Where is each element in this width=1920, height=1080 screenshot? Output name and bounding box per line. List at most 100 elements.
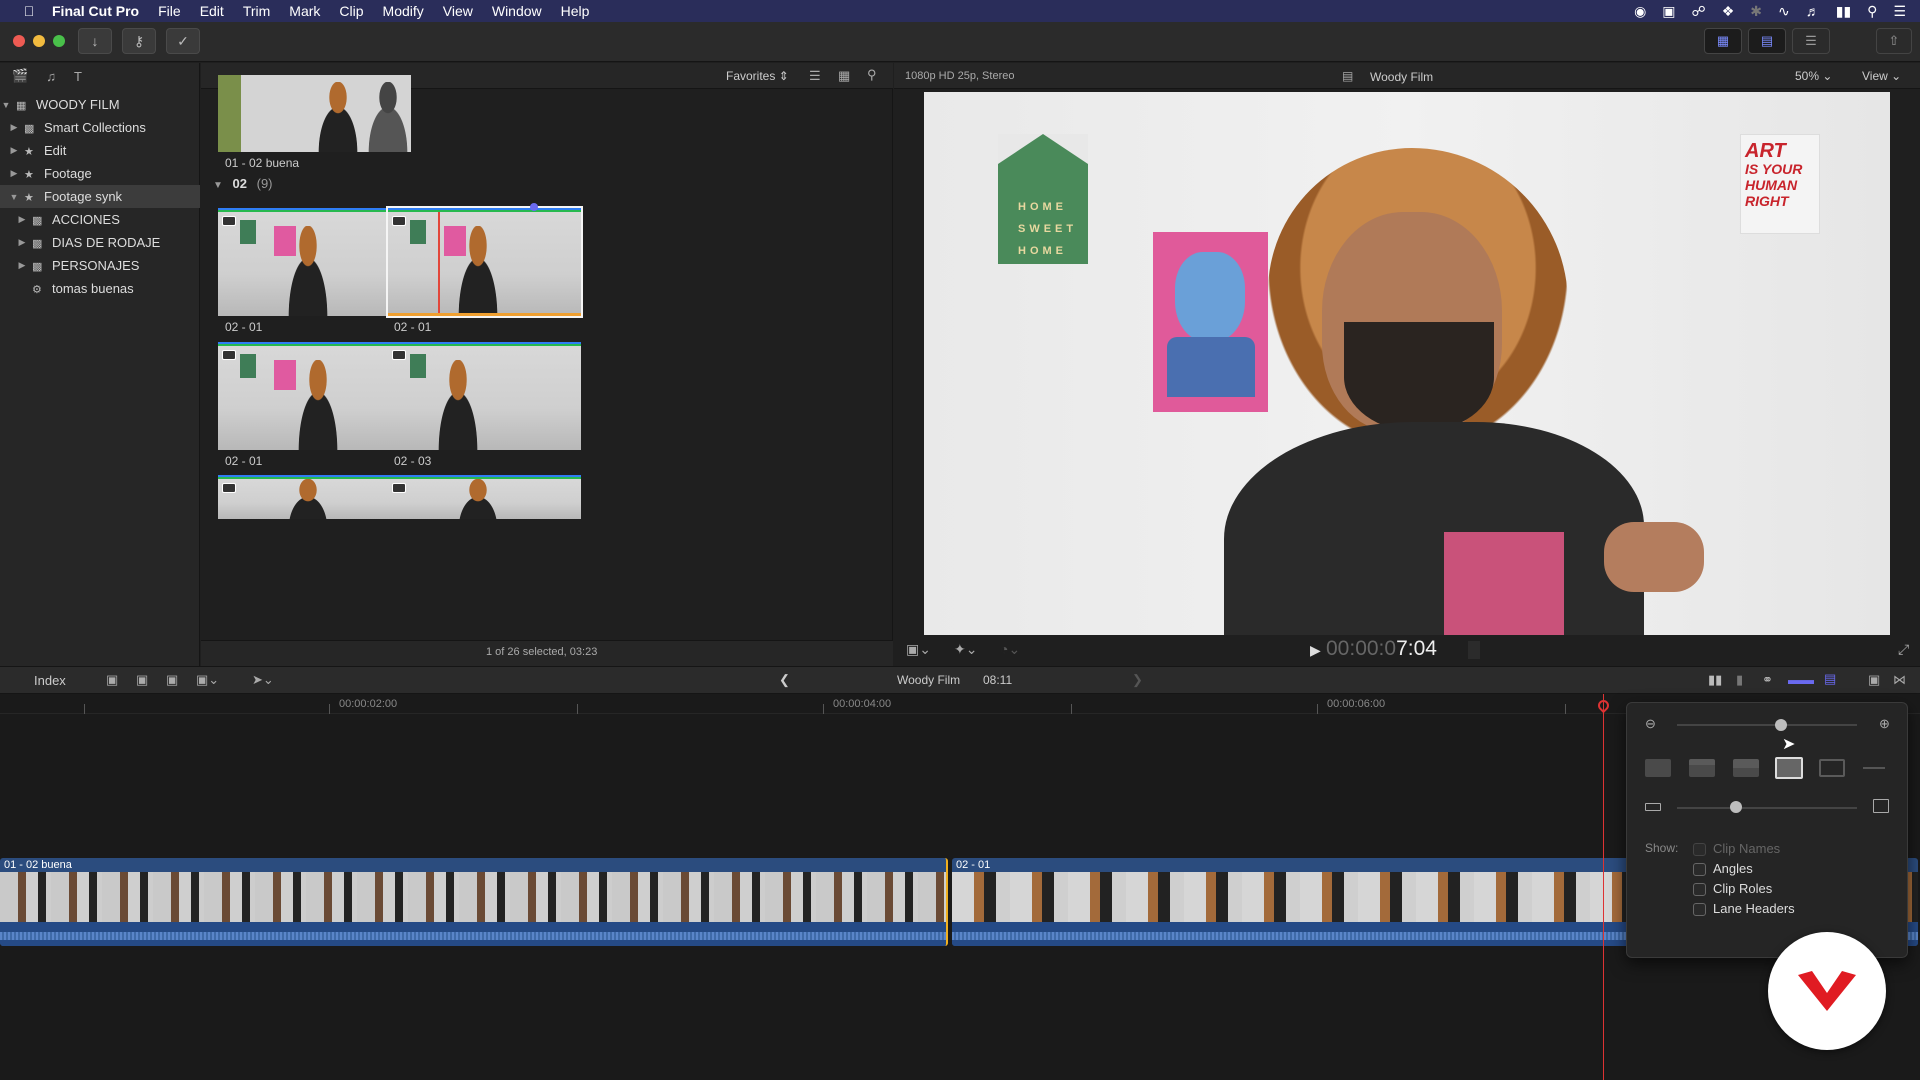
background-tasks-icon[interactable]: ✓ xyxy=(166,28,200,54)
search-icon[interactable]: ⚲ xyxy=(867,67,877,83)
sidebar-item-edit[interactable]: ▶ ★ Edit xyxy=(0,139,200,162)
clip-appearance-icon[interactable]: ▤ xyxy=(1824,671,1836,687)
clip-thumbnail[interactable] xyxy=(218,342,411,450)
inspector-toggle-icon[interactable]: ☰ xyxy=(1792,28,1830,54)
clip-style-waveform-only-icon[interactable] xyxy=(1645,759,1671,777)
clip-height-small-icon[interactable] xyxy=(1645,803,1661,811)
disclosure-closed-icon[interactable]: ▶ xyxy=(16,214,28,225)
clip-style-equal-icon[interactable] xyxy=(1733,759,1759,777)
clip-thumbnail[interactable] xyxy=(388,342,581,450)
clip-thumbnail-selected[interactable] xyxy=(386,206,583,318)
titles-generators-icon[interactable]: T xyxy=(74,69,82,84)
timeline-zoom-slider[interactable] xyxy=(1677,724,1857,726)
zoom-out-icon[interactable]: ⊖ xyxy=(1645,716,1656,732)
menu-trim[interactable]: Trim xyxy=(243,3,270,19)
clip-height-large-icon[interactable] xyxy=(1873,799,1889,813)
playhead-marker[interactable] xyxy=(530,203,538,211)
index-button[interactable]: Index xyxy=(30,673,70,688)
share-icon[interactable]: ⇧ xyxy=(1876,28,1912,54)
overwrite-clip-icon[interactable]: ▣⌄ xyxy=(196,672,219,688)
angles-checkbox[interactable] xyxy=(1693,863,1706,876)
menu-clip[interactable]: Clip xyxy=(339,3,363,19)
clip-style-filmstrip-only-icon[interactable] xyxy=(1819,759,1845,777)
back-arrow-icon[interactable]: ❮ xyxy=(779,672,790,688)
volume-icon[interactable]: ♬ xyxy=(1806,3,1820,19)
timeline-clip[interactable]: 01 - 02 buena xyxy=(0,858,948,946)
library-root[interactable]: ▼ ▦ WOODY FILM xyxy=(0,93,200,116)
clip-style-large-waveform-icon[interactable] xyxy=(1689,759,1715,777)
menu-help[interactable]: Help xyxy=(561,3,590,19)
transitions-browser-icon[interactable]: ⋈ xyxy=(1893,672,1906,688)
photos-audio-icon[interactable]: ♫ xyxy=(46,69,56,84)
disclosure-open-icon[interactable]: ▼ xyxy=(8,192,20,202)
append-clip-icon[interactable]: ▣ xyxy=(166,672,178,688)
timeline-toggle-icon[interactable]: ▤ xyxy=(1748,28,1786,54)
clip-height-slider[interactable] xyxy=(1677,807,1857,809)
menu-window[interactable]: Window xyxy=(492,3,542,19)
connect-clip-icon[interactable]: ▣ xyxy=(106,672,118,688)
dropbox-icon[interactable]: ❖ xyxy=(1722,3,1735,20)
import-icon[interactable]: ↓ xyxy=(78,28,112,54)
favorites-filter[interactable]: Favorites ⇕ xyxy=(726,69,789,83)
menu-mark[interactable]: Mark xyxy=(289,3,320,19)
skimming-icon[interactable]: ▮▮ xyxy=(1708,672,1722,688)
clip-thumbnail[interactable] xyxy=(218,208,411,316)
disclosure-closed-icon[interactable]: ▶ xyxy=(16,260,28,271)
clip-style-labels-only-icon[interactable] xyxy=(1863,767,1885,769)
menu-view[interactable]: View xyxy=(443,3,473,19)
battery-icon[interactable]: ▮▮ xyxy=(1836,3,1851,20)
timecode-display[interactable]: 00:00:07:04 xyxy=(1326,637,1437,661)
disclosure-open-icon[interactable]: ▼ xyxy=(213,180,223,191)
menu-file[interactable]: File xyxy=(158,3,181,19)
record-icon[interactable]: ◉ xyxy=(1634,3,1646,20)
effects-browser-icon[interactable]: ▣ xyxy=(1868,672,1880,688)
solo-icon[interactable]: ⚭ xyxy=(1762,672,1773,688)
disclosure-closed-icon[interactable]: ▶ xyxy=(8,145,20,156)
menu-edit[interactable]: Edit xyxy=(200,3,224,19)
sidebar-item-personajes[interactable]: ▶ ▩ PERSONAJES xyxy=(0,254,200,277)
wifi-icon[interactable]: ∿ xyxy=(1778,3,1790,20)
snapping-icon[interactable]: ▬▬ xyxy=(1788,672,1814,687)
disclosure-open-icon[interactable]: ▼ xyxy=(0,100,12,110)
spotlight-icon[interactable]: ⚲ xyxy=(1867,3,1877,20)
sidebar-item-footage-synk[interactable]: ▼ ★ Footage synk xyxy=(0,185,200,208)
menu-list-icon[interactable]: ☰ xyxy=(1893,3,1906,20)
menu-modify[interactable]: Modify xyxy=(383,3,424,19)
select-tool-icon[interactable]: ➤⌄ xyxy=(252,672,274,688)
menu-app[interactable]: Final Cut Pro xyxy=(52,3,139,19)
apple-icon[interactable]:  xyxy=(18,3,40,19)
keywords-icon[interactable]: ⚷ xyxy=(122,28,156,54)
zoom-window-button[interactable] xyxy=(53,35,65,47)
clip-height-knob[interactable] xyxy=(1730,801,1743,813)
disclosure-closed-icon[interactable]: ▶ xyxy=(16,237,28,248)
list-view-icon[interactable]: ☰ xyxy=(809,68,821,84)
bluetooth-icon[interactable]: ✱ xyxy=(1750,3,1762,20)
libraries-icon[interactable]: 🎬 xyxy=(12,68,28,84)
clip-thumbnail[interactable] xyxy=(388,475,581,519)
clip-style-large-filmstrip-icon[interactable] xyxy=(1775,757,1803,779)
sidebar-item-acciones[interactable]: ▶ ▩ ACCIONES xyxy=(0,208,200,231)
zoom-in-icon[interactable]: ⊕ xyxy=(1879,716,1890,732)
sidebar-item-tomas-buenas[interactable]: ⚙ tomas buenas xyxy=(0,277,200,300)
sidebar-item-dias-de-rodaje[interactable]: ▶ ▩ DIAS DE RODAJE xyxy=(0,231,200,254)
view-menu[interactable]: View ⌄ xyxy=(1862,69,1901,83)
lane-headers-checkbox[interactable] xyxy=(1693,903,1706,916)
disclosure-closed-icon[interactable]: ▶ xyxy=(8,122,20,133)
fullscreen-icon[interactable]: ⤢ xyxy=(1898,641,1909,658)
sidebar-item-smart-collections[interactable]: ▶ ▩ Smart Collections xyxy=(0,116,200,139)
enhancements-icon[interactable]: ✦⌄ xyxy=(954,641,977,658)
minimize-window-button[interactable] xyxy=(33,35,45,47)
transform-tool-icon[interactable]: ▣⌄ xyxy=(906,641,931,658)
zoom-menu[interactable]: 50% ⌄ xyxy=(1795,69,1832,83)
insert-clip-icon[interactable]: ▣ xyxy=(136,672,148,688)
group-header[interactable]: ▼ 02 (9) xyxy=(213,176,273,191)
timeline-zoom-knob[interactable] xyxy=(1775,719,1788,731)
disclosure-closed-icon[interactable]: ▶ xyxy=(8,168,20,179)
playhead[interactable] xyxy=(1603,694,1604,1080)
display-icon[interactable]: ▣ xyxy=(1662,3,1675,20)
clip-thumbnail[interactable] xyxy=(218,475,411,519)
clip-thumbnail[interactable] xyxy=(218,75,411,152)
browser-toggle-icon[interactable]: ▦ xyxy=(1704,28,1742,54)
audio-skimming-icon[interactable]: ▮ xyxy=(1736,672,1743,688)
clip-roles-checkbox[interactable] xyxy=(1693,883,1706,896)
